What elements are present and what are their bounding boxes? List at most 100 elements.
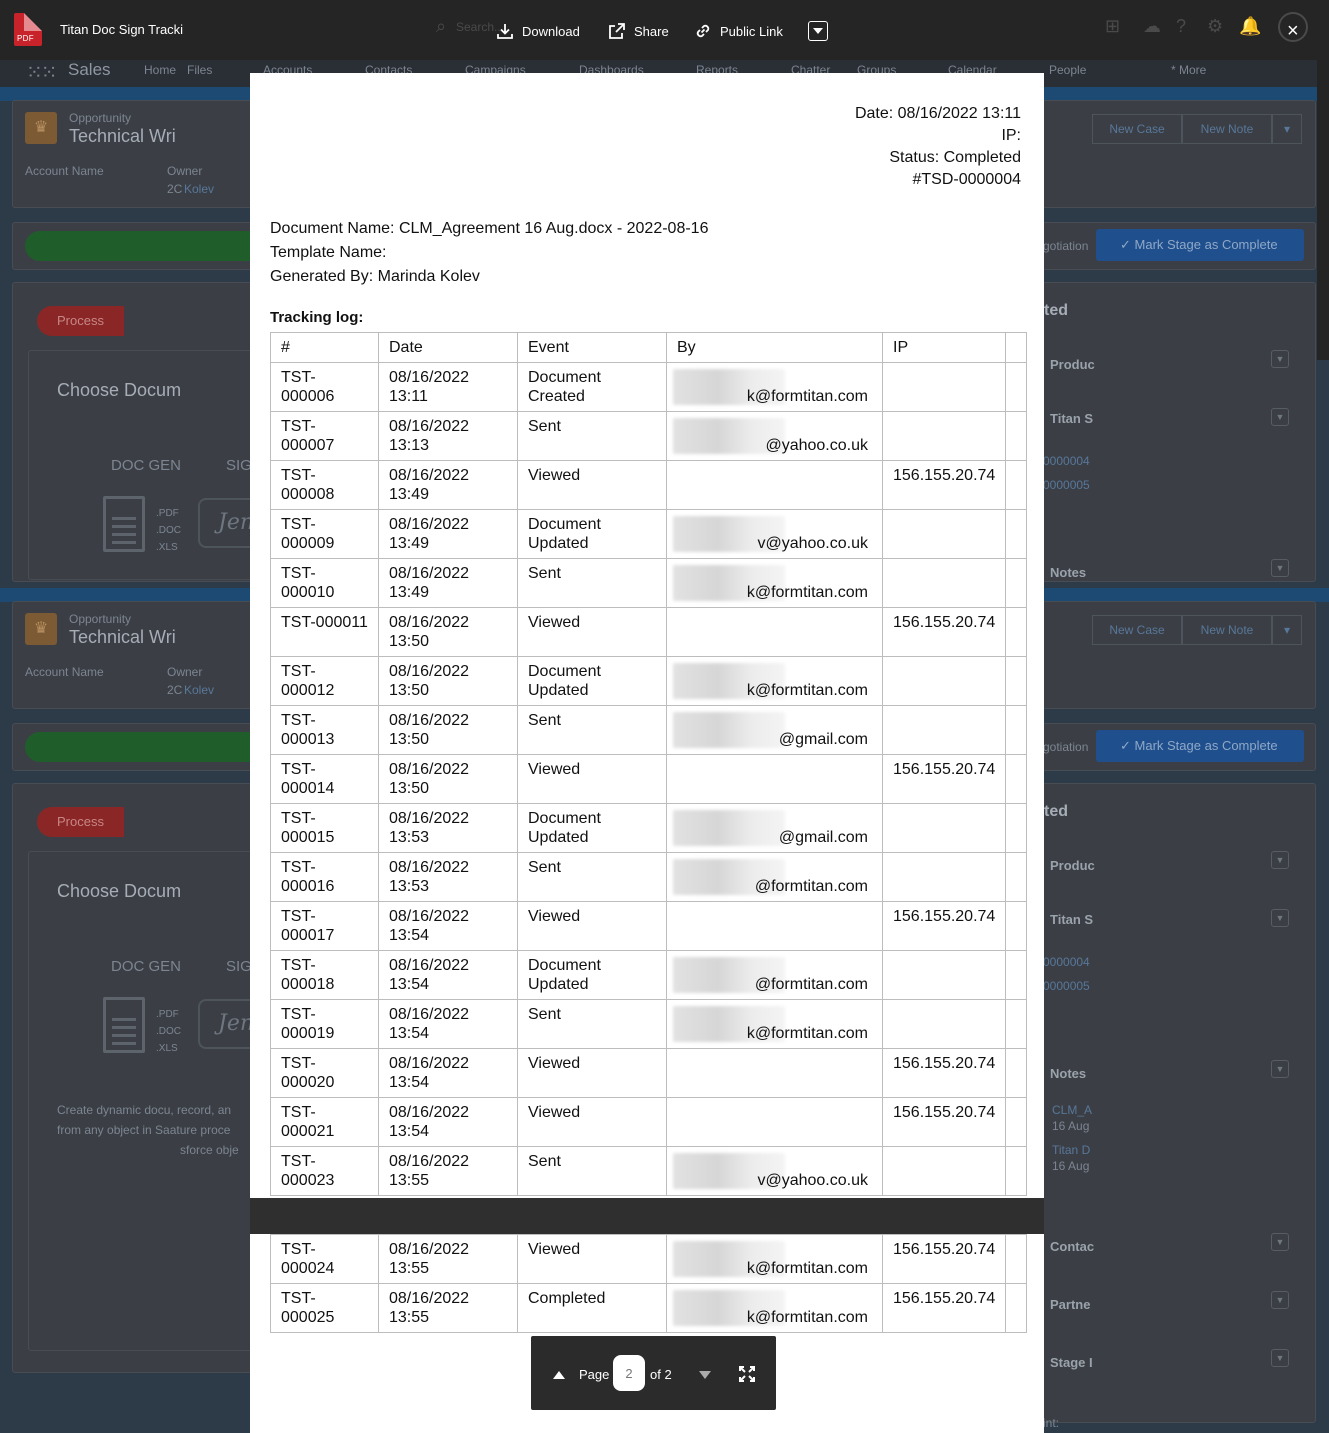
- row-by: [666, 1048, 883, 1098]
- actions-chevron[interactable]: ▾: [1272, 114, 1302, 144]
- related-partners[interactable]: Partne: [1050, 1297, 1090, 1312]
- related-notes[interactable]: Notes: [1050, 565, 1086, 580]
- actions-chevron-2[interactable]: ▾: [1272, 615, 1302, 645]
- row-date-day: 08/16/2022: [389, 859, 470, 876]
- row-date-day: 08/16/2022: [389, 418, 470, 435]
- next-page-icon[interactable]: [699, 1371, 711, 1379]
- mark-stage-complete-button[interactable]: ✓ Mark Stage as Complete: [1096, 229, 1304, 261]
- related-link-2[interactable]: 0000005: [1043, 478, 1090, 492]
- row-id: TST-000006: [270, 362, 379, 412]
- row-by: k@formtitan.com: [666, 656, 883, 706]
- notifications-icon[interactable]: 🔔: [1239, 16, 1261, 37]
- table-row: TST-000012 08/16/2022 13:50 Document Updated…: [270, 656, 1028, 706]
- related-link-1[interactable]: 0000004: [1043, 454, 1090, 468]
- search-icon[interactable]: ⌕: [436, 16, 446, 37]
- row-spacer: [1005, 1097, 1028, 1147]
- table-row: TST-000023 08/16/2022 13:55 Sent v@yahoo.co.…: [270, 1146, 1028, 1196]
- products-chevron-2[interactable]: ▼: [1271, 851, 1289, 869]
- new-case-button[interactable]: New Case: [1092, 114, 1182, 144]
- owner-link-2[interactable]: Kolev: [184, 683, 214, 697]
- download-label: Download: [522, 23, 580, 39]
- row-date-time: 13:54: [389, 976, 430, 993]
- row-id: TST-000014: [270, 754, 379, 804]
- previous-page-icon[interactable]: [553, 1371, 565, 1379]
- titan-chevron[interactable]: ▼: [1271, 408, 1289, 426]
- new-note-button[interactable]: New Note: [1182, 114, 1272, 144]
- related-products[interactable]: Produc: [1050, 357, 1095, 372]
- path-stage-negotiation[interactable]: gotiation: [1043, 239, 1088, 253]
- ext-pdf: .PDF: [156, 508, 179, 519]
- row-date: 08/16/2022 13:50: [378, 705, 518, 755]
- products-chevron[interactable]: ▼: [1271, 350, 1289, 368]
- help-icon[interactable]: ?: [1176, 16, 1186, 37]
- table-row: TST-000017 08/16/2022 13:54 Viewed 156.155.2…: [270, 901, 1028, 951]
- mark-stage-complete-button-2[interactable]: ✓ Mark Stage as Complete: [1096, 730, 1304, 762]
- path-stage-complete-2[interactable]: [25, 732, 265, 762]
- nav-tab-more[interactable]: * More: [1171, 63, 1206, 77]
- row-by-email: v@yahoo.co.uk: [757, 1172, 868, 1189]
- col-header-number: #: [270, 332, 379, 363]
- file-title: Titan Doc Sign Tracki: [60, 22, 184, 37]
- account-name-label: Account Name: [25, 164, 104, 178]
- col-header-by: By: [666, 332, 883, 363]
- related-contacts[interactable]: Contac: [1050, 1239, 1094, 1254]
- table-row: TST-000025 08/16/2022 13:55 Completed k@form…: [270, 1283, 1028, 1333]
- related-notes-2[interactable]: Notes: [1050, 1066, 1086, 1081]
- download-button[interactable]: Download: [496, 20, 580, 42]
- choose-doc-title: Choose Docum: [57, 380, 182, 400]
- owner-link[interactable]: Kolev: [184, 182, 214, 196]
- row-event-line1: Viewed: [528, 614, 581, 631]
- partners-chevron[interactable]: ▼: [1271, 1291, 1289, 1309]
- related-titan-2[interactable]: Titan S: [1050, 912, 1093, 927]
- add-icon[interactable]: ⊞: [1105, 16, 1120, 37]
- row-event: Viewed: [517, 901, 667, 951]
- path-stage-negotiation-2[interactable]: gotiation: [1043, 740, 1088, 754]
- nav-tab-home[interactable]: Home: [144, 63, 176, 77]
- stage-history-chevron[interactable]: ▼: [1271, 1349, 1289, 1367]
- document-icon: [103, 496, 145, 552]
- setup-icon[interactable]: ☁: [1143, 16, 1161, 37]
- note-item-2[interactable]: Titan D: [1052, 1143, 1090, 1157]
- table-row: TST-000007 08/16/2022 13:13 Sent @yahoo.co.u…: [270, 411, 1028, 461]
- related-titan[interactable]: Titan S: [1050, 411, 1093, 426]
- scrollbar-track[interactable]: [1317, 60, 1329, 360]
- table-row: TST-000015 08/16/2022 13:53 Document Updated…: [270, 803, 1028, 853]
- gear-icon[interactable]: ⚙: [1207, 16, 1223, 37]
- new-case-button-2[interactable]: New Case: [1092, 615, 1182, 645]
- row-date: 08/16/2022 13:50: [378, 754, 518, 804]
- related-stage-history[interactable]: Stage I: [1050, 1355, 1093, 1370]
- viewer-toolbar: PDF Titan Doc Sign Tracki ⌕ Search... Do…: [0, 0, 1329, 60]
- close-icon[interactable]: ×: [1287, 21, 1299, 41]
- table-row: TST-000011 08/16/2022 13:50 Viewed 156.155.2…: [270, 607, 1028, 657]
- nav-tab-files[interactable]: Files: [187, 63, 212, 77]
- row-event: Document Updated: [517, 509, 667, 559]
- row-event-line1: Viewed: [528, 761, 581, 778]
- contacts-chevron[interactable]: ▼: [1271, 1233, 1289, 1251]
- related-link-4[interactable]: 0000005: [1043, 979, 1090, 993]
- row-spacer: [1005, 460, 1028, 510]
- public-link-button[interactable]: Public Link: [694, 20, 783, 42]
- path-stage-complete[interactable]: [25, 231, 265, 261]
- app-launcher-icon[interactable]: ⁙⁙: [26, 60, 57, 85]
- related-link-3[interactable]: 0000004: [1043, 955, 1090, 969]
- row-date: 08/16/2022 13:54: [378, 1048, 518, 1098]
- more-actions-dropdown[interactable]: [808, 21, 828, 41]
- fullscreen-icon[interactable]: [739, 1366, 755, 1382]
- new-note-button-2[interactable]: New Note: [1182, 615, 1272, 645]
- page-number-input[interactable]: [613, 1355, 645, 1391]
- nav-tab-people[interactable]: People: [1049, 63, 1086, 77]
- notes-chevron-2[interactable]: ▼: [1271, 1060, 1289, 1078]
- process-chip[interactable]: Process: [37, 306, 124, 336]
- app-name: Sales: [68, 60, 111, 79]
- row-id: TST-000013: [270, 705, 379, 755]
- notes-chevron[interactable]: ▼: [1271, 559, 1289, 577]
- header-ip: IP:: [1001, 127, 1021, 144]
- share-button[interactable]: Share: [608, 20, 669, 42]
- note-item-1[interactable]: CLM_A: [1052, 1103, 1092, 1117]
- process-chip-2[interactable]: Process: [37, 807, 124, 837]
- titan-chevron-2[interactable]: ▼: [1271, 909, 1289, 927]
- pdf-page-1: Date: 08/16/2022 13:11 IP: Status: Compl…: [250, 73, 1044, 1198]
- related-products-2[interactable]: Produc: [1050, 858, 1095, 873]
- row-date: 08/16/2022 13:49: [378, 509, 518, 559]
- row-id: TST-000012: [270, 656, 379, 706]
